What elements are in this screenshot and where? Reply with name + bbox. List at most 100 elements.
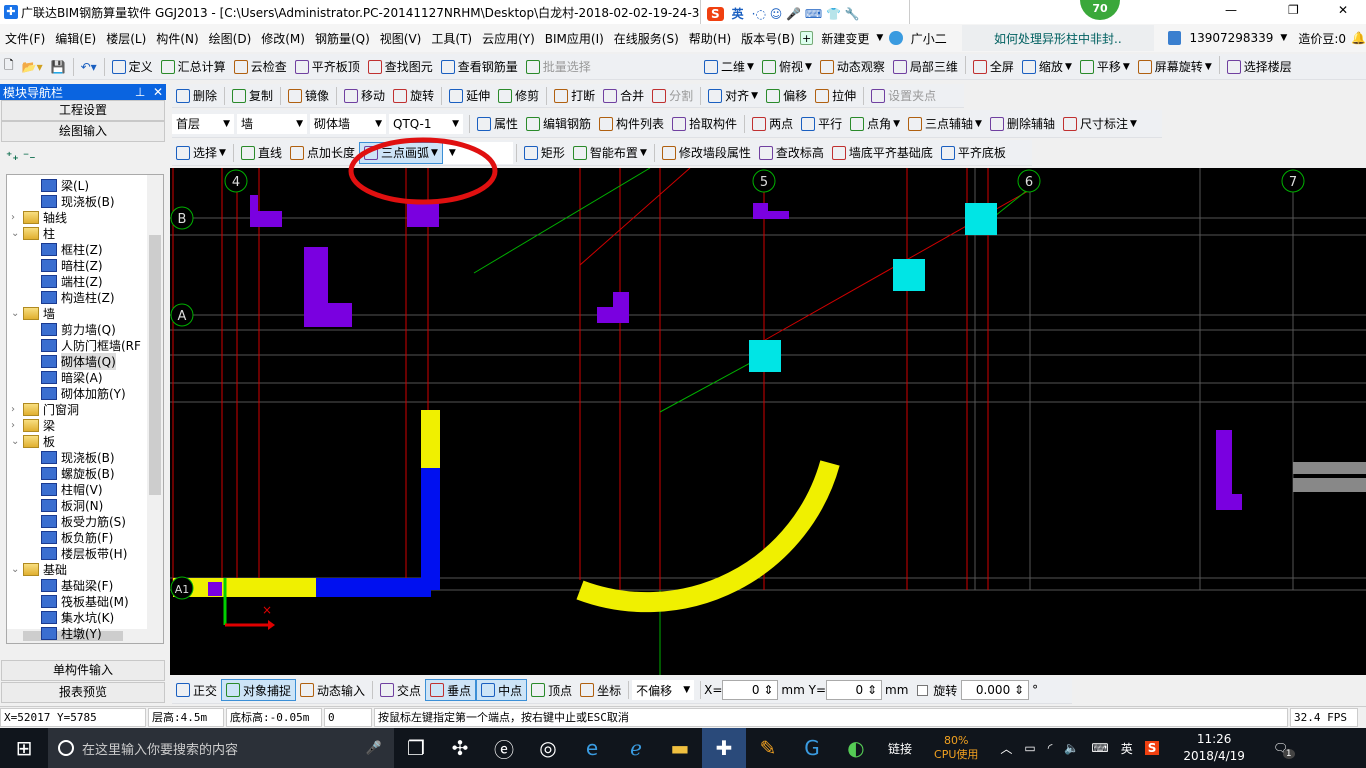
view-tool-dropdown-1[interactable]: ▼ <box>805 62 812 72</box>
notes-app-icon[interactable]: ✎ <box>746 728 790 768</box>
close-button[interactable]: ✕ <box>1338 3 1348 17</box>
collapse-all-icon[interactable]: ⁻₋ <box>23 149 36 163</box>
ime-tools-icon[interactable]: ·◌ ☺ 🎤 ⌨ 👕 🔧 <box>752 7 860 21</box>
tree-item[interactable]: 端柱(Z) <box>41 273 103 289</box>
view-tool-dropdown-6[interactable]: ▼ <box>1123 62 1130 72</box>
view-tool-button-7[interactable]: 屏幕旋转 ▼ <box>1134 56 1216 78</box>
tree-item[interactable]: ⌄ 基础 <box>11 561 67 577</box>
microphone-icon[interactable]: 🎤 <box>366 741 382 756</box>
view-tool-dropdown-5[interactable]: ▼ <box>1065 62 1072 72</box>
floor-select[interactable]: 首层 ▼ <box>172 113 234 134</box>
taskbar-search[interactable]: 在这里输入你要搜索的内容 🎤 <box>48 728 394 768</box>
snap-tool-button-4[interactable]: 垂点 <box>425 679 477 701</box>
tree-item[interactable]: 筏板基础(M) <box>41 593 129 609</box>
y-input[interactable]: 0 ⇕ <box>826 680 883 700</box>
drawing-canvas[interactable]: × 4 5 6 7 B A A1 <box>170 168 1366 675</box>
menu-new-change[interactable]: 新建变更 <box>816 30 874 47</box>
file-explorer-icon[interactable]: ▬ <box>658 728 702 768</box>
tree-item[interactable]: 柱帽(V) <box>41 481 103 497</box>
draw-tool-button-8[interactable]: 查改标高 <box>755 142 828 164</box>
tree-item[interactable]: › 轴线 <box>11 209 67 225</box>
bell-icon[interactable]: 🔔 <box>1351 31 1366 45</box>
component-tool-button-2[interactable]: 构件列表 <box>595 113 668 135</box>
rotate-checkbox[interactable] <box>917 684 929 696</box>
main-tool-button-1[interactable]: 汇总计算 <box>157 56 230 78</box>
view-tool-button-5[interactable]: 缩放 ▼ <box>1018 56 1076 78</box>
new-file-icon[interactable]: 🗋 <box>0 56 18 78</box>
tree-chevron-right-icon[interactable]: › <box>11 404 23 415</box>
component-tool-button-5[interactable]: 平行 <box>797 113 846 135</box>
tree-chevron-right-icon[interactable]: › <box>11 212 23 223</box>
component-tool-button-7[interactable]: 三点辅轴 ▼ <box>904 113 986 135</box>
main-tool-button-5[interactable]: 查看钢筋量 <box>437 56 522 78</box>
menu-item-4[interactable]: 绘图(D) <box>204 30 257 47</box>
tree-item[interactable]: 砌体加筋(Y) <box>41 385 126 401</box>
menu-item-3[interactable]: 构件(N) <box>151 30 203 47</box>
edit-tool-button-3[interactable]: 移动 <box>340 85 389 107</box>
view-tool-dropdown-7[interactable]: ▼ <box>1205 62 1212 72</box>
edit-tool-button-11[interactable]: 偏移 <box>762 85 811 107</box>
tree-item[interactable]: 人防门框墙(RF <box>41 337 141 353</box>
menu-item-1[interactable]: 编辑(E) <box>50 30 101 47</box>
start-button[interactable]: ⊞ <box>0 728 48 768</box>
maximize-button[interactable]: ❐ <box>1288 3 1299 17</box>
main-tool-button-3[interactable]: 平齐板顶 <box>291 56 364 78</box>
edit-tool-button-4[interactable]: 旋转 <box>389 85 438 107</box>
draw-tool-button-7[interactable]: 修改墙段属性 <box>658 142 755 164</box>
sogou-tray-icon[interactable]: S <box>1144 741 1160 755</box>
menu-item-2[interactable]: 楼层(L) <box>101 30 151 47</box>
x-input[interactable]: 0 ⇕ <box>722 680 779 700</box>
tree-item[interactable]: › 门窗洞 <box>11 401 79 417</box>
edit-tool-button-9[interactable]: 分割 <box>648 85 697 107</box>
component-tool-button-1[interactable]: 编辑钢筋 <box>522 113 595 135</box>
menu-item-9[interactable]: 云应用(Y) <box>477 30 540 47</box>
tree-item[interactable]: 暗梁(A) <box>41 369 103 385</box>
menu-item-11[interactable]: 在线服务(S) <box>609 30 684 47</box>
menu-item-0[interactable]: 文件(F) <box>0 30 50 47</box>
edit-tool-button-7[interactable]: 打断 <box>550 85 599 107</box>
tree-item[interactable]: 螺旋板(B) <box>41 465 115 481</box>
view-tool-button-8[interactable]: 选择楼层 <box>1223 56 1296 78</box>
open-file-icon[interactable]: 📂▾ <box>18 56 47 78</box>
component-tool-button-9[interactable]: 尺寸标注 ▼ <box>1059 113 1141 135</box>
notification-center-icon[interactable]: 🗨 1 <box>1273 741 1295 759</box>
glodon-g-icon[interactable]: G <box>790 728 834 768</box>
menu-item-5[interactable]: 修改(M) <box>256 30 310 47</box>
main-tool-button-0[interactable]: 定义 <box>108 56 157 78</box>
green-app-icon[interactable]: ◐ <box>834 728 878 768</box>
edit-tool-button-1[interactable]: 复制 <box>228 85 277 107</box>
tree-item[interactable]: 暗柱(Z) <box>41 257 103 273</box>
nav-close-icon[interactable]: ✕ <box>153 85 163 99</box>
menu-item-8[interactable]: 工具(T) <box>426 30 477 47</box>
view-tool-button-6[interactable]: 平移 ▼ <box>1076 56 1134 78</box>
snap-tool-button-3[interactable]: 交点 <box>376 679 425 701</box>
report-preview-button[interactable]: 报表预览 <box>1 682 165 703</box>
snap-tool-button-6[interactable]: 顶点 <box>527 679 576 701</box>
drawing-input-button[interactable]: 绘图输入 <box>1 121 165 142</box>
edge-icon[interactable]: e <box>570 728 614 768</box>
edit-tool-button-5[interactable]: 延伸 <box>445 85 494 107</box>
tree-chevron-down-icon[interactable]: ⌄ <box>11 436 23 447</box>
edit-tool-button-6[interactable]: 修剪 <box>494 85 543 107</box>
view-tool-button-0[interactable]: 二维 ▼ <box>700 56 758 78</box>
account-menu[interactable]: 13907298339 <box>1184 31 1278 45</box>
snap-tool-button-7[interactable]: 坐标 <box>576 679 625 701</box>
main-tool-button-6[interactable]: 批量选择 <box>522 56 595 78</box>
main-tool-button-2[interactable]: 云检查 <box>230 56 291 78</box>
clock[interactable]: 11:26 2018/4/19 <box>1183 731 1245 765</box>
menu-item-6[interactable]: 钢筋量(Q) <box>310 30 375 47</box>
edit-tool-dropdown-10[interactable]: ▼ <box>751 91 758 101</box>
view-tool-dropdown-0[interactable]: ▼ <box>747 62 754 72</box>
edit-tool-button-13[interactable]: 设置夹点 <box>867 85 940 107</box>
ime-language[interactable]: 英 <box>732 5 744 22</box>
tree-chevron-down-icon[interactable]: ⌄ <box>11 564 23 575</box>
task-view-icon[interactable]: ❐ <box>394 728 438 768</box>
view-tool-button-2[interactable]: 动态观察 <box>816 56 889 78</box>
glodon-app-icon[interactable]: ✚ <box>702 728 746 768</box>
help-link[interactable]: 如何处理异形柱中非封.. <box>961 25 1154 51</box>
assistant-button[interactable]: 广小二 <box>906 30 952 47</box>
tree-item[interactable]: 剪力墙(Q) <box>41 321 116 337</box>
component-tool-button-8[interactable]: 删除辅轴 <box>986 113 1059 135</box>
volume-icon[interactable]: 🔈 <box>1064 741 1079 755</box>
snap-tool-button-2[interactable]: 动态输入 <box>296 679 369 701</box>
